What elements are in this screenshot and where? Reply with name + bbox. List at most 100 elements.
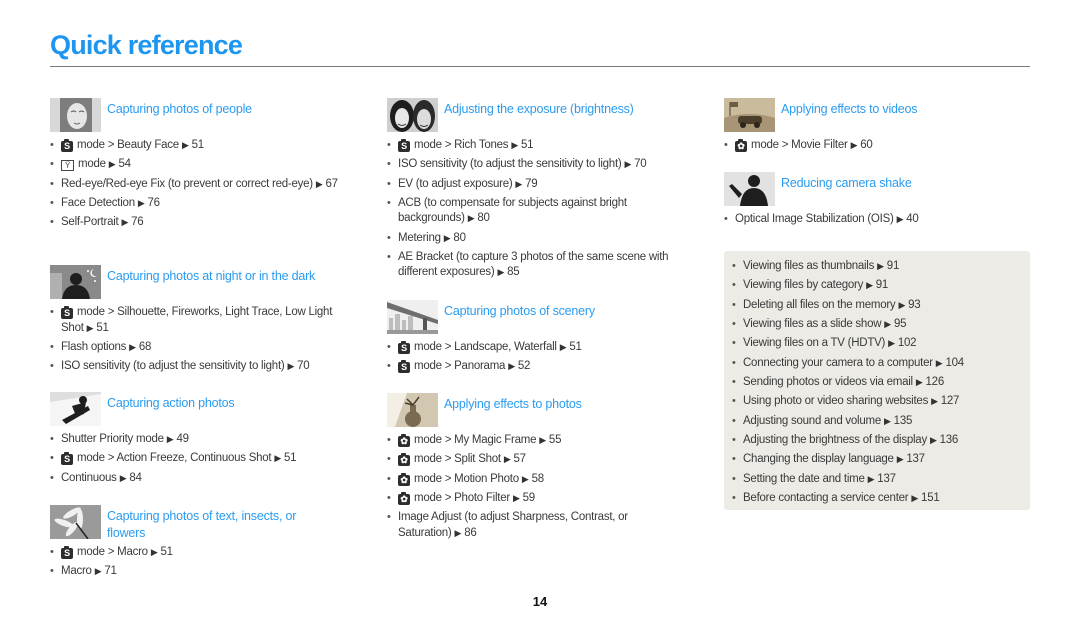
page-ref-link[interactable]: 67 bbox=[326, 178, 339, 190]
page-ref-link[interactable]: 137 bbox=[877, 473, 896, 485]
page-ref-link[interactable]: 57 bbox=[514, 453, 527, 465]
list-item: Using photo or video sharing websites▶12… bbox=[732, 394, 964, 410]
page-ref-link[interactable]: 51 bbox=[96, 322, 109, 334]
page-ref-link[interactable]: 95 bbox=[894, 318, 907, 330]
page-ref-link[interactable]: 40 bbox=[906, 213, 919, 225]
page-ref-link[interactable]: 79 bbox=[525, 178, 538, 190]
item-text: Image Adjust (to adjust Sharpness, Contr… bbox=[398, 511, 628, 539]
page-ref-link[interactable]: 54 bbox=[118, 158, 131, 170]
section-photo-effects: Applying effects to photos ✿ mode > My Mag… bbox=[387, 393, 687, 545]
page-ref-link[interactable]: 91 bbox=[876, 279, 889, 291]
page-ref-arrow-icon: ▶ bbox=[559, 342, 567, 352]
page-ref-link[interactable]: 59 bbox=[523, 492, 536, 504]
page-ref-link[interactable]: 51 bbox=[569, 341, 582, 353]
section-title[interactable]: Reducing camera shake bbox=[781, 175, 912, 192]
item-text: mode > Landscape, Waterfall bbox=[414, 341, 557, 353]
flower-photo-thumbnail bbox=[50, 505, 101, 539]
title-divider bbox=[50, 66, 1030, 67]
section-header: Applying effects to photos bbox=[387, 393, 687, 427]
section-list: Smode > Landscape, Waterfall▶51Smode > P… bbox=[387, 340, 687, 375]
page-ref-link[interactable]: 84 bbox=[129, 472, 142, 484]
smart-mode-icon: S bbox=[398, 341, 410, 354]
waving-silhouette-photo-thumbnail bbox=[724, 172, 775, 206]
section-title[interactable]: Capturing photos of scenery bbox=[444, 303, 595, 320]
page-ref-link[interactable]: 86 bbox=[464, 527, 477, 539]
list-item: Self-Portrait▶76 bbox=[50, 215, 350, 231]
page-ref-link[interactable]: 58 bbox=[532, 473, 545, 485]
page-ref-link[interactable]: 51 bbox=[161, 546, 174, 558]
item-text: mode > Macro bbox=[77, 546, 148, 558]
page-ref-link[interactable]: 71 bbox=[104, 565, 117, 577]
page-ref-link[interactable]: 70 bbox=[634, 158, 647, 170]
item-text: mode > Movie Filter bbox=[751, 139, 848, 151]
section-list: Smode > Rich Tones▶51 ISO sensitivity (to… bbox=[387, 138, 687, 281]
page-ref-link[interactable]: 51 bbox=[192, 139, 205, 151]
page-ref-link[interactable]: 102 bbox=[898, 337, 917, 349]
page-ref-arrow-icon: ▶ bbox=[497, 267, 505, 278]
page-ref-arrow-icon: ▶ bbox=[137, 197, 145, 208]
page-ref-link[interactable]: 126 bbox=[926, 376, 945, 388]
page-ref-link[interactable]: 91 bbox=[887, 260, 900, 272]
section-list: Optical Image Stabilization (OIS)▶40 bbox=[724, 212, 1024, 228]
item-text: Face Detection bbox=[61, 196, 135, 209]
page-ref-arrow-icon: ▶ bbox=[512, 492, 520, 503]
page-ref-arrow-icon: ▶ bbox=[888, 338, 895, 349]
section-title[interactable]: Applying effects to photos bbox=[444, 396, 582, 413]
two-faces-photo-thumbnail bbox=[387, 98, 438, 132]
page-ref-link[interactable]: 52 bbox=[518, 360, 531, 372]
page-ref-link[interactable]: 76 bbox=[131, 216, 144, 228]
page-ref-link[interactable]: 51 bbox=[284, 452, 297, 464]
page-ref-link[interactable]: 93 bbox=[908, 299, 921, 311]
page-ref-link[interactable]: 80 bbox=[453, 232, 466, 244]
item-text: Viewing files on a TV (HDTV) bbox=[743, 337, 886, 350]
section-title[interactable]: Capturing photos at night or in the dark bbox=[107, 268, 315, 285]
list-item: ✿ mode > My Magic Frame▶55 bbox=[387, 433, 687, 449]
section-people: Capturing photos of people Smode > Beauty… bbox=[50, 98, 350, 234]
page-ref-arrow-icon: ▶ bbox=[866, 280, 873, 291]
section-list: ✿mode > My Magic Frame▶55✿mode > Split S… bbox=[387, 433, 687, 541]
page-ref-link[interactable]: 76 bbox=[148, 197, 161, 209]
page-ref-arrow-icon: ▶ bbox=[121, 217, 129, 228]
list-item: Face Detection▶76 bbox=[50, 196, 350, 212]
smart-mode-icon: S bbox=[61, 139, 73, 152]
item-text: Viewing files as thumbnails bbox=[743, 260, 875, 272]
item-text: Red-eye/Red-eye Fix (to prevent or corre… bbox=[61, 177, 313, 190]
page-ref-link[interactable]: 85 bbox=[507, 266, 520, 278]
page-title: Quick reference bbox=[50, 30, 243, 60]
item-text: Metering bbox=[398, 231, 441, 244]
page-ref-link[interactable]: 135 bbox=[894, 415, 913, 427]
page-ref-link[interactable]: 127 bbox=[941, 395, 960, 407]
section-title[interactable]: Capturing action photos bbox=[107, 395, 235, 412]
list-item: Adjusting sound and volume▶135 bbox=[732, 414, 964, 430]
page-ref-arrow-icon: ▶ bbox=[181, 140, 189, 150]
section-title[interactable]: Capturing photos of text, insects, or fl… bbox=[107, 508, 327, 542]
page-ref-link[interactable]: 70 bbox=[297, 360, 310, 372]
page-number: 14 bbox=[532, 594, 548, 609]
page-ref-link[interactable]: 55 bbox=[549, 434, 562, 446]
page-ref-link[interactable]: 151 bbox=[921, 492, 940, 504]
page-ref-link[interactable]: 68 bbox=[139, 341, 152, 353]
page-ref-arrow-icon: ▶ bbox=[931, 396, 938, 407]
page-ref-link[interactable]: 60 bbox=[860, 139, 873, 151]
page-ref-arrow-icon: ▶ bbox=[150, 547, 158, 557]
page-ref-link[interactable]: 137 bbox=[906, 453, 925, 465]
item-text: ISO sensitivity (to adjust the sensitivi… bbox=[61, 360, 285, 373]
item-text: ISO sensitivity (to adjust the sensitivi… bbox=[398, 158, 622, 171]
section-title[interactable]: Capturing photos of people bbox=[107, 101, 252, 118]
page-ref-link[interactable]: 49 bbox=[176, 433, 189, 445]
item-text: mode > Photo Filter bbox=[414, 491, 510, 504]
page-ref-arrow-icon: ▶ bbox=[467, 213, 475, 224]
list-item: Smode > Rich Tones▶51 bbox=[387, 138, 687, 154]
magic-mode-icon: ✿ bbox=[398, 453, 410, 467]
page-ref-link[interactable]: 51 bbox=[521, 139, 534, 151]
section-header: Capturing photos of text, insects, or fl… bbox=[50, 505, 350, 542]
item-text: mode > My Magic Frame bbox=[414, 434, 537, 446]
page-ref-link[interactable]: 104 bbox=[945, 357, 964, 369]
page-ref-link[interactable]: 136 bbox=[940, 434, 959, 446]
section-title[interactable]: Applying effects to videos bbox=[781, 101, 918, 118]
page-ref-link[interactable]: 80 bbox=[477, 212, 490, 224]
magic-mode-icon: ✿ bbox=[398, 491, 410, 505]
page-ref-arrow-icon: ▶ bbox=[539, 435, 546, 445]
page-ref-arrow-icon: ▶ bbox=[850, 140, 858, 150]
section-title[interactable]: Adjusting the exposure (brightness) bbox=[444, 101, 634, 118]
